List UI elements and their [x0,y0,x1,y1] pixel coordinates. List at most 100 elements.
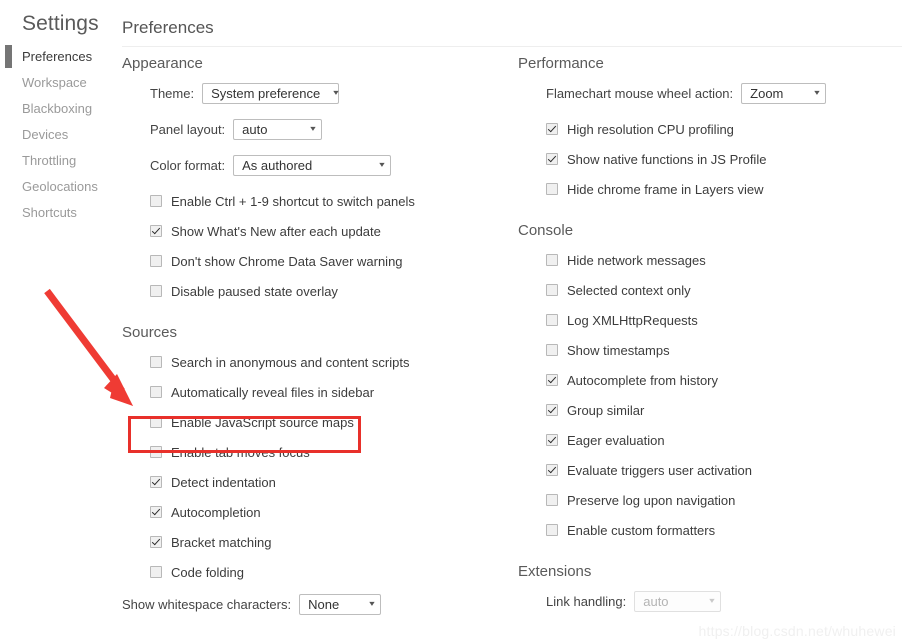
checkbox-show-native-functions[interactable]: Show native functions in JS Profile [546,144,902,174]
checkbox-code-folding[interactable]: Code folding [150,557,512,587]
checkbox-icon[interactable] [546,434,558,446]
sidebar-item-geolocations[interactable]: Geolocations [0,174,118,200]
theme-select[interactable]: System preference ▾ [202,82,340,104]
checkbox-icon[interactable] [546,374,558,386]
checkbox-icon[interactable] [546,494,558,506]
section-title-extensions: Extensions [518,563,592,580]
checkbox-icon[interactable] [150,416,162,428]
sidebar-item-label: Workspace [22,75,87,90]
checkbox-icon[interactable] [150,225,162,237]
checkbox-label: Selected context only [567,282,691,298]
checkbox-hide-chrome-frame-layers[interactable]: Hide chrome frame in Layers view [546,174,902,204]
sidebar-item-devices[interactable]: Devices [0,122,118,148]
chevron-down-icon: ▾ [333,88,339,97]
checkbox-show-timestamps[interactable]: Show timestamps [546,335,902,365]
flamechart-wheel-row: Flamechart mouse wheel action: Zoom ▾ [546,78,902,108]
checkbox-log-xmlhttprequests[interactable]: Log XMLHttpRequests [546,305,902,335]
checkbox-eager-evaluation[interactable]: Eager evaluation [546,425,902,455]
checkbox-high-resolution-cpu-profiling[interactable]: High resolution CPU profiling [546,114,902,144]
theme-select-value: System preference [211,85,321,101]
console-body: Hide network messages Selected context o… [518,245,902,545]
checkbox-enable-custom-formatters[interactable]: Enable custom formatters [546,515,902,545]
color-format-select[interactable]: As authored ▾ [233,154,392,176]
sidebar-item-blackboxing[interactable]: Blackboxing [0,96,118,122]
link-handling-row: Link handling: auto ▾ [546,586,902,616]
sidebar-nav-list: Preferences Workspace Blackboxing Device… [0,44,118,226]
preferences-content: Preferences Appearance Theme: System pre… [118,0,902,642]
checkbox-icon[interactable] [150,285,162,297]
show-whitespace-select[interactable]: None ▾ [299,593,382,615]
section-extensions: Extensions Link handling: auto ▾ [518,563,902,616]
checkbox-icon[interactable] [546,284,558,296]
checkbox-icon[interactable] [150,566,162,578]
section-appearance: Appearance Theme: System preference ▾ Pa… [122,55,512,306]
checkbox-icon[interactable] [546,344,558,356]
sidebar-item-throttling[interactable]: Throttling [0,148,118,174]
sidebar-item-shortcuts[interactable]: Shortcuts [0,200,118,226]
color-format-row: Color format: As authored ▾ [150,150,512,180]
checkbox-icon[interactable] [546,404,558,416]
panel-layout-row: Panel layout: auto ▾ [150,114,512,144]
sidebar-item-workspace[interactable]: Workspace [0,70,118,96]
checkbox-label: Enable tab moves focus [171,444,310,460]
checkbox-icon[interactable] [150,476,162,488]
checkbox-icon[interactable] [150,446,162,458]
checkbox-icon[interactable] [150,195,162,207]
checkbox-icon[interactable] [546,464,558,476]
checkbox-autocomplete-from-history[interactable]: Autocomplete from history [546,365,902,395]
checkbox-icon[interactable] [546,153,558,165]
checkbox-icon[interactable] [546,524,558,536]
sources-body: Search in anonymous and content scripts … [122,347,512,587]
checkbox-show-whats-new[interactable]: Show What's New after each update [150,216,512,246]
checkbox-bracket-matching[interactable]: Bracket matching [150,527,512,557]
checkbox-detect-indentation[interactable]: Detect indentation [150,467,512,497]
flamechart-wheel-select[interactable]: Zoom ▾ [741,82,827,104]
checkbox-icon[interactable] [150,506,162,518]
checkbox-label: Automatically reveal files in sidebar [171,384,375,400]
checkbox-icon[interactable] [546,183,558,195]
theme-label: Theme: [150,85,195,101]
checkbox-label: Enable custom formatters [567,522,716,538]
checkbox-hide-data-saver-warning[interactable]: Don't show Chrome Data Saver warning [150,246,512,276]
checkbox-icon[interactable] [546,314,558,326]
checkbox-enable-javascript-source-maps[interactable]: Enable JavaScript source maps [150,407,512,437]
checkbox-label: Enable JavaScript source maps [171,414,354,430]
sidebar-item-preferences[interactable]: Preferences [0,44,118,70]
checkbox-icon[interactable] [150,255,162,267]
section-performance: Performance Flamechart mouse wheel actio… [518,55,902,204]
checkbox-icon[interactable] [546,254,558,266]
color-format-label: Color format: [150,157,226,173]
section-title-performance: Performance [518,55,604,72]
checkbox-label: Eager evaluation [567,432,665,448]
checkbox-enable-tab-moves-focus[interactable]: Enable tab moves focus [150,437,512,467]
section-sources: Sources Search in anonymous and content … [122,324,512,619]
checkbox-icon[interactable] [150,536,162,548]
checkbox-icon[interactable] [150,356,162,368]
checkbox-enable-ctrl-shortcut[interactable]: Enable Ctrl + 1-9 shortcut to switch pan… [150,186,512,216]
chevron-down-icon: ▾ [369,599,375,608]
checkbox-icon[interactable] [546,123,558,135]
chevron-down-icon: ▾ [310,124,316,133]
left-column: Appearance Theme: System preference ▾ Pa… [122,55,512,637]
show-whitespace-label: Show whitespace characters: [122,596,292,612]
sidebar-title: Settings [22,12,99,35]
checkbox-autocompletion[interactable]: Autocompletion [150,497,512,527]
checkbox-icon[interactable] [150,386,162,398]
checkbox-group-similar[interactable]: Group similar [546,395,902,425]
link-handling-select: auto ▾ [634,590,722,612]
checkbox-selected-context-only[interactable]: Selected context only [546,275,902,305]
appearance-body: Theme: System preference ▾ Panel layout:… [122,78,512,306]
checkbox-auto-reveal-files[interactable]: Automatically reveal files in sidebar [150,377,512,407]
checkbox-search-anonymous-scripts[interactable]: Search in anonymous and content scripts [150,347,512,377]
checkbox-label: Evaluate triggers user activation [567,462,752,478]
checkbox-preserve-log-upon-navigation[interactable]: Preserve log upon navigation [546,485,902,515]
header-divider [122,46,902,47]
chevron-down-icon: ▾ [379,160,385,169]
checkbox-disable-paused-overlay[interactable]: Disable paused state overlay [150,276,512,306]
checkbox-label: Preserve log upon navigation [567,492,736,508]
sidebar-item-label: Geolocations [22,179,98,194]
checkbox-evaluate-triggers-user-activation[interactable]: Evaluate triggers user activation [546,455,902,485]
checkbox-hide-network-messages[interactable]: Hide network messages [546,245,902,275]
selection-indicator [5,45,12,68]
panel-layout-select[interactable]: auto ▾ [233,118,323,140]
